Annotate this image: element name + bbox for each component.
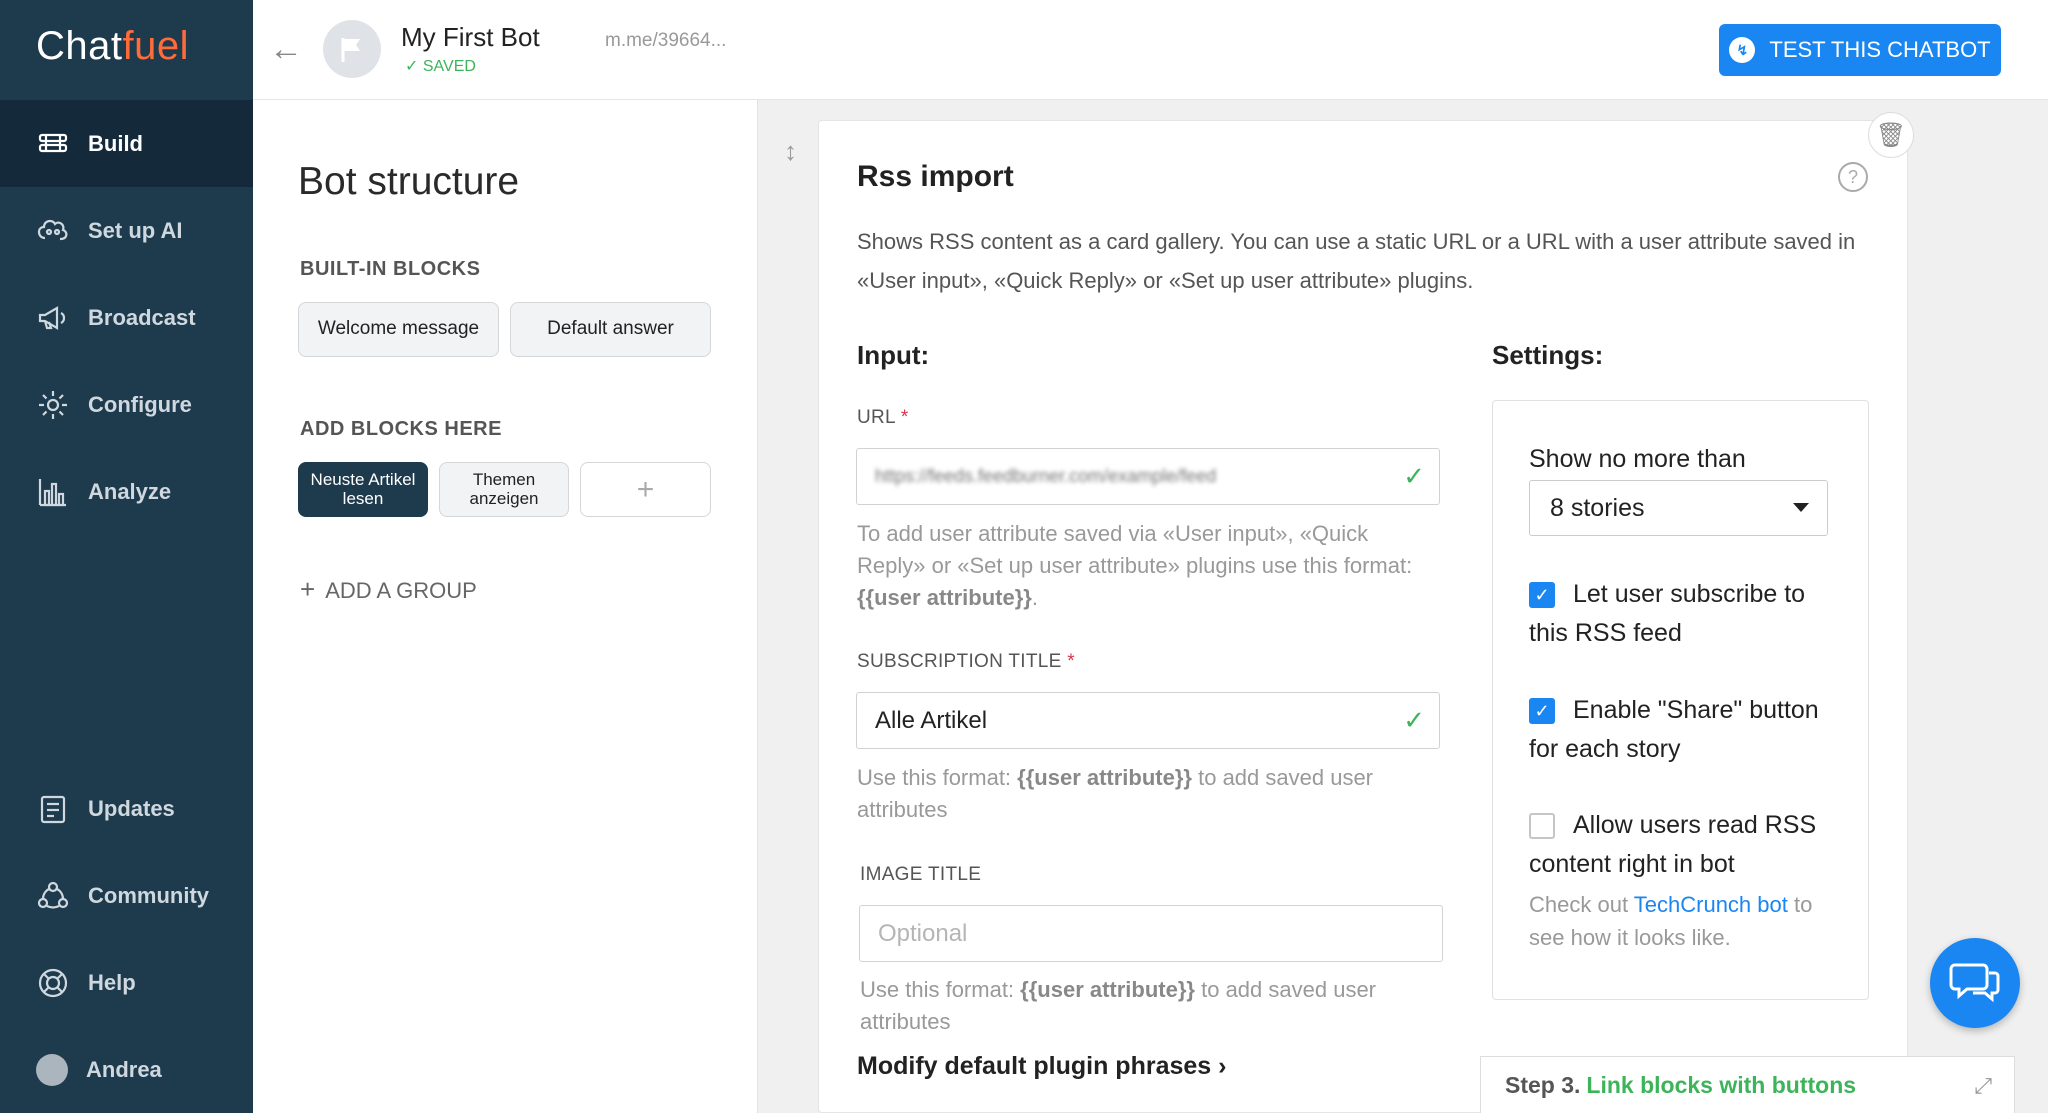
chat-bubble-icon — [1949, 963, 2000, 1003]
settings-heading: Settings: — [1492, 340, 1604, 370]
url-input[interactable]: https://feeds.feedburner.com/example/fee… — [856, 448, 1440, 505]
bar-chart-icon — [38, 478, 66, 506]
add-blocks-label: ADD BLOCKS HERE — [300, 418, 502, 440]
bot-structure-panel: Bot structure BUILT-IN BLOCKS Welcome me… — [253, 100, 758, 1113]
url-hint: To add user attribute saved via «User in… — [857, 521, 1413, 610]
sidebar-item-label: Updates — [88, 795, 175, 821]
check-icon: ✓ — [1403, 705, 1425, 735]
subscribe-label: Let user subscribe to this RSS feed — [1529, 580, 1806, 647]
sidebar-item-label: Configure — [88, 391, 192, 417]
story-limit-select[interactable]: 8 stories — [1529, 480, 1828, 536]
support-chat-button[interactable] — [1930, 938, 2020, 1028]
subscription-title-input[interactable]: Alle Artikel ✓ — [856, 692, 1440, 749]
onboarding-step-bar[interactable]: Step 3. Link blocks with buttons ⤢ — [1480, 1056, 2015, 1113]
add-block-button[interactable]: + — [580, 462, 711, 517]
sidebar-item-updates[interactable]: Updates — [0, 765, 253, 852]
messenger-icon: ↯ — [1729, 37, 1756, 63]
share-label: Enable "Share" button for each story — [1529, 696, 1819, 763]
step-link[interactable]: Link blocks with buttons — [1586, 1072, 1856, 1099]
saved-status: ✓ SAVED — [405, 58, 476, 75]
bot-name[interactable]: My First Bot — [401, 22, 540, 53]
sidebar-item-configure[interactable]: Configure — [0, 361, 253, 448]
sidebar-item-label: Broadcast — [88, 304, 196, 330]
gear-icon — [39, 390, 67, 419]
modify-phrases-link[interactable]: Modify default plugin phrases › — [857, 1052, 1226, 1081]
build-icon — [38, 133, 68, 152]
subscription-hint: Use this format: {{user attribute}} to a… — [857, 765, 1374, 822]
techcrunch-note: Check out TechCrunch bot to see how it l… — [1529, 892, 1813, 950]
sidebar-item-analyze[interactable]: Analyze — [0, 448, 253, 535]
plus-icon: + — [300, 574, 316, 604]
sidebar: Chatfuel Build Set up AI Broadcast Confi… — [0, 0, 253, 1113]
block-default-answer[interactable]: Default answer — [510, 302, 711, 357]
block-welcome-message[interactable]: Welcome message — [298, 302, 499, 357]
chatfuel-logo[interactable]: Chatfuel — [36, 24, 189, 69]
block-neuste-artikel[interactable]: Neuste Artikel lesen — [298, 462, 428, 517]
image-title-placeholder: Optional — [878, 919, 968, 947]
url-label: URL * — [857, 407, 909, 428]
test-chatbot-button[interactable]: ↯ TEST THIS CHATBOT — [1719, 24, 2001, 76]
trash-icon[interactable]: 🗑 — [1868, 112, 1914, 158]
sidebar-item-label: Build — [88, 130, 143, 156]
community-icon — [37, 881, 69, 909]
built-in-blocks-label: BUILT-IN BLOCKS — [300, 258, 481, 280]
subscription-title-label: SUBSCRIPTION TITLE * — [857, 651, 1075, 672]
user-avatar — [36, 1053, 68, 1086]
bot-link[interactable]: m.me/39664... — [605, 30, 726, 52]
sidebar-item-label: Community — [88, 882, 209, 908]
help-question-icon[interactable]: ? — [1838, 162, 1868, 192]
read-in-bot-label: Allow users read RSS content right in bo… — [1529, 811, 1817, 878]
sidebar-item-label: Analyze — [88, 478, 172, 504]
block-themen-anzeigen[interactable]: Themen anzeigen — [439, 462, 569, 517]
sidebar-item-label: Set up AI — [88, 217, 183, 243]
check-icon: ✓ — [1403, 461, 1425, 491]
add-group-button[interactable]: + ADD A GROUP — [300, 574, 477, 605]
plugin-description: Shows RSS content as a card gallery. You… — [857, 229, 1856, 293]
sidebar-item-help[interactable]: Help — [0, 939, 253, 1026]
sidebar-item-label: Help — [88, 969, 136, 995]
sidebar-item-build[interactable]: Build — [0, 100, 253, 187]
sidebar-item-profile[interactable]: Andrea — [0, 1026, 253, 1113]
drag-handle-icon[interactable]: ↕ — [784, 136, 797, 167]
limit-label: Show no more than — [1529, 445, 1746, 473]
flag-icon — [341, 38, 360, 62]
subscription-title-value: Alle Artikel — [875, 706, 988, 734]
techcrunch-link[interactable]: TechCrunch bot — [1634, 892, 1788, 917]
back-arrow-icon[interactable]: ← — [269, 30, 303, 69]
image-title-label: IMAGE TITLE — [860, 864, 982, 885]
sidebar-item-community[interactable]: Community — [0, 852, 253, 939]
expand-icon[interactable]: ⤢ — [1974, 1073, 1992, 1099]
plugin-title: Rss import — [857, 160, 1014, 193]
top-header: ← My First Bot ✓ SAVED m.me/39664... ↯ T… — [253, 0, 2048, 100]
image-title-input[interactable]: Optional — [859, 905, 1443, 962]
sidebar-item-label: Andrea — [86, 1056, 162, 1082]
caret-down-icon — [1793, 503, 1809, 512]
input-heading: Input: — [857, 340, 930, 370]
image-hint: Use this format: {{user attribute}} to a… — [860, 977, 1377, 1034]
check-icon: ✓ — [405, 58, 419, 75]
url-value: https://feeds.feedburner.com/example/fee… — [875, 466, 1217, 486]
updates-icon — [40, 795, 66, 823]
megaphone-icon — [38, 305, 66, 330]
lifebuoy-icon — [38, 968, 68, 997]
brain-icon — [37, 219, 68, 240]
sidebar-item-set-up-ai[interactable]: Set up AI — [0, 187, 253, 274]
structure-title: Bot structure — [298, 160, 520, 203]
sidebar-item-broadcast[interactable]: Broadcast — [0, 274, 253, 361]
bot-avatar[interactable] — [323, 20, 381, 78]
